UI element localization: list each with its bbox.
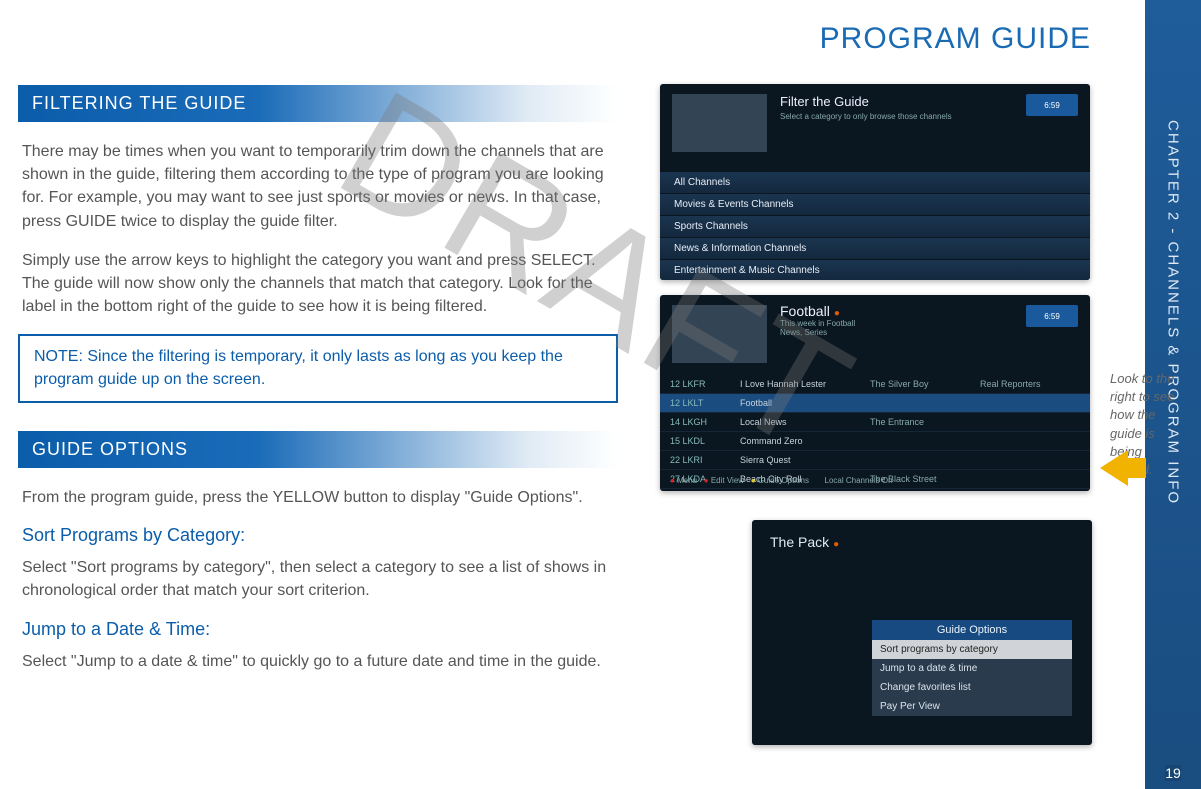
channel-cell: 12 LKLT	[670, 398, 740, 408]
guide-option-item: Pay Per View	[872, 697, 1072, 716]
channel-cell: 14 LKGH	[670, 417, 740, 427]
channel-cell: 22 LKRI	[670, 455, 740, 465]
preview-thumbnail	[672, 94, 767, 152]
guide-title-text: Football	[780, 303, 830, 319]
sort-programs-body: Select "Sort programs by category", then…	[22, 556, 614, 602]
program-cell	[870, 436, 980, 446]
note-box: NOTE: Since the filtering is temporary, …	[18, 334, 618, 403]
category-item: Entertainment & Music Channels	[660, 260, 1090, 280]
screenshot-filter-guide: Filter the Guide Select a category to on…	[660, 84, 1090, 280]
category-item: All Channels	[660, 172, 1090, 194]
record-icon: ●	[834, 308, 840, 319]
options-paragraph-1: From the program guide, press the YELLOW…	[22, 486, 614, 509]
filter-subtitle: Select a category to only browse those c…	[780, 112, 952, 121]
program-cell: Local News	[740, 417, 870, 427]
program-cell: Command Zero	[740, 436, 870, 446]
guide-option-item: Jump to a date & time	[872, 659, 1072, 678]
guide-row: 12 LKFRI Love Hannah LesterThe Silver Bo…	[660, 375, 1090, 394]
screenshot-guide-grid: Football ● This week in Football News, Se…	[660, 295, 1090, 491]
screenshot-guide-options: The Pack ● Guide Options Sort programs by…	[752, 520, 1092, 745]
page-number: 19	[1165, 765, 1181, 781]
preview-thumbnail	[672, 305, 767, 363]
guide-option-item: Change favorites list	[872, 678, 1072, 697]
page-title: PROGRAM GUIDE	[820, 22, 1091, 56]
hint-filter: Local Channels On	[825, 476, 893, 485]
program-cell: Real Reporters	[980, 379, 1070, 389]
filter-title: Filter the Guide	[780, 94, 869, 109]
program-cell	[870, 398, 980, 408]
arrow-left-icon	[1100, 450, 1128, 486]
jump-date-heading: Jump to a Date & Time:	[22, 619, 614, 640]
program-cell: I Love Hannah Lester	[740, 379, 870, 389]
guide-rows: 12 LKFRI Love Hannah LesterThe Silver Bo…	[660, 375, 1090, 489]
guide-row: 22 LKRISierra Quest	[660, 451, 1090, 470]
hint-menu: Menu	[677, 476, 697, 485]
guide-row: 14 LKGHLocal NewsThe Entrance	[660, 413, 1090, 432]
options-screen-title-text: The Pack	[770, 534, 829, 550]
guide-footer-hints: ● Menu ● Edit View ● Guide Options Local…	[670, 476, 893, 485]
guide-row: 15 LKDLCommand Zero	[660, 432, 1090, 451]
main-text-column: FILTERING THE GUIDE There may be times w…	[18, 85, 618, 689]
red-dot-icon: ●	[670, 476, 675, 485]
options-screen-title: The Pack ●	[770, 534, 839, 550]
hint-options: Guide Options	[758, 476, 809, 485]
section-heading-options: GUIDE OPTIONS	[18, 431, 618, 468]
jump-date-body: Select "Jump to a date & time" to quickl…	[22, 650, 614, 673]
guide-options-header: Guide Options	[872, 620, 1072, 640]
guide-subtitle2: News, Series	[780, 328, 855, 337]
clock-pill: 6:59	[1026, 94, 1078, 116]
category-item: Movies & Events Channels	[660, 194, 1090, 216]
guide-options-menu: Guide Options Sort programs by category …	[872, 620, 1072, 716]
hint-edit: Edit View	[711, 476, 744, 485]
sort-programs-heading: Sort Programs by Category:	[22, 525, 614, 546]
program-cell	[980, 398, 1070, 408]
guide-subtitle: This week in Football	[780, 319, 855, 328]
guide-title: Football ● This week in Football News, Se…	[780, 303, 855, 337]
yellow-dot-icon: ●	[751, 476, 756, 485]
section-heading-filtering: FILTERING THE GUIDE	[18, 85, 618, 122]
program-cell: The Entrance	[870, 417, 980, 427]
category-item: Sports Channels	[660, 216, 1090, 238]
guide-option-item: Sort programs by category	[872, 640, 1072, 659]
guide-row-highlighted: 12 LKLTFootball	[660, 394, 1090, 413]
clock-pill: 6:59	[1026, 305, 1078, 327]
filtering-paragraph-1: There may be times when you want to temp…	[22, 140, 614, 233]
category-list: All Channels Movies & Events Channels Sp…	[660, 172, 1090, 280]
filtering-paragraph-2: Simply use the arrow keys to highlight t…	[22, 249, 614, 319]
program-cell: Sierra Quest	[740, 455, 870, 465]
category-item: News & Information Channels	[660, 238, 1090, 260]
program-cell	[980, 417, 1070, 427]
program-cell: The Silver Boy	[870, 379, 980, 389]
record-icon: ●	[833, 539, 839, 550]
channel-cell: 12 LKFR	[670, 379, 740, 389]
program-cell: Football	[740, 398, 870, 408]
red-dot-icon: ●	[704, 476, 709, 485]
channel-cell: 15 LKDL	[670, 436, 740, 446]
